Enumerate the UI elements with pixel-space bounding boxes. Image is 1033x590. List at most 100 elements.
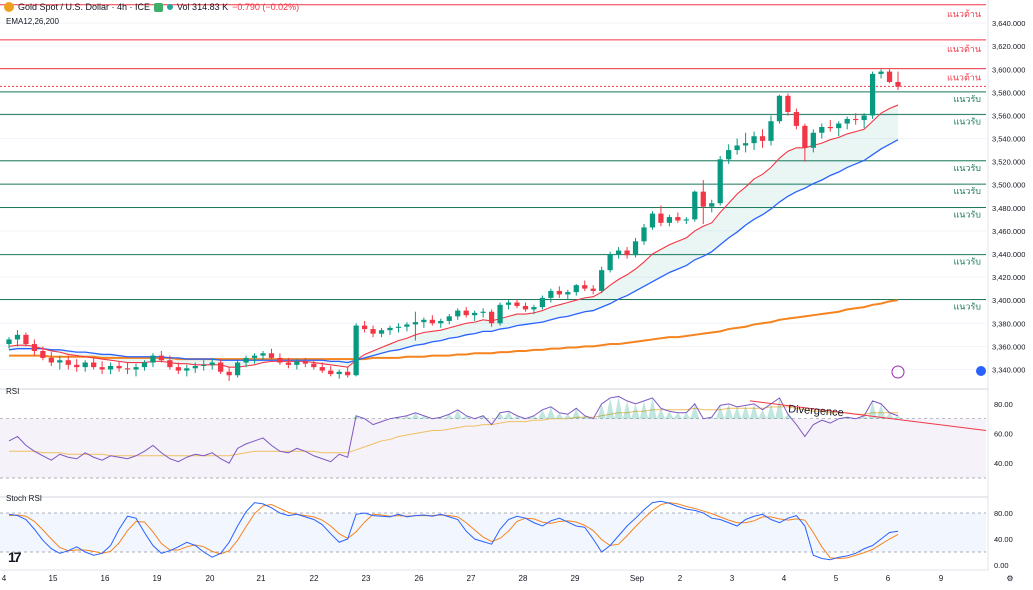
candle-body <box>785 95 791 112</box>
candle-body <box>734 145 740 151</box>
rsi-panel[interactable]: Divergence <box>0 388 988 479</box>
time-tick-label: 19 <box>153 574 162 583</box>
price-tick-label: 3,420.000 <box>992 273 1025 282</box>
panel-tick-label: 80.00 <box>994 400 1013 409</box>
candle-body <box>141 362 148 368</box>
price-tick-label: 3,380.000 <box>992 319 1025 328</box>
candle-body <box>175 367 181 371</box>
candle-body <box>446 316 452 321</box>
time-tick-label: 29 <box>571 574 580 583</box>
candle-body <box>48 357 54 363</box>
stoch-rsi-label[interactable]: Stoch RSI <box>6 494 42 503</box>
time-tick-label: 4 <box>782 574 787 583</box>
candle-body <box>497 304 503 324</box>
level-label: แนวรับ <box>953 187 981 197</box>
candle-body <box>463 310 469 316</box>
gold-symbol-icon <box>4 2 14 12</box>
candle-body <box>133 367 139 370</box>
live-dot-icon <box>167 4 174 10</box>
candle-body <box>573 285 579 293</box>
ema-indicator-label[interactable]: EMA12,26,200 <box>6 17 59 26</box>
rsi-overbought-fill <box>690 403 700 419</box>
candle-body <box>226 371 232 376</box>
rsi-overbought-fill <box>682 412 691 419</box>
candle-body <box>319 367 325 371</box>
candle-body <box>759 136 766 141</box>
level-label: แนวต้าน <box>947 44 981 55</box>
candle-body <box>599 270 605 291</box>
divergence-label: Divergence <box>788 403 844 419</box>
chart-canvas[interactable]: แนวต้าน3,655.849แนวต้าน3,625.464แนวต้าน3… <box>0 0 1033 590</box>
candle-body <box>209 362 215 365</box>
candle-body <box>615 250 622 254</box>
rsi-overbought-fill <box>724 403 733 419</box>
candle-body <box>793 111 800 126</box>
tradingview-logo[interactable]: 17 <box>8 549 22 565</box>
price-tick-label: 3,340.000 <box>992 365 1025 374</box>
ema-cloud-fill <box>9 105 898 368</box>
price-tick-label: 3,600.000 <box>992 65 1025 74</box>
candle-body <box>116 365 122 369</box>
level-label: แนวรับ <box>953 117 981 127</box>
candle-body <box>328 370 334 375</box>
rsi-overbought-fill <box>622 400 632 419</box>
candle-body <box>124 368 131 370</box>
time-tick-label: 9 <box>939 574 944 583</box>
stoch-rsi-panel[interactable] <box>0 496 988 561</box>
rsi-overbought-fill <box>639 400 649 419</box>
time-tick-label: 4 <box>2 574 7 583</box>
time-tick-label: 15 <box>49 574 58 583</box>
candle-body <box>522 305 529 310</box>
candle-body <box>776 95 783 122</box>
candle-body <box>429 319 435 324</box>
panel-tick-label: 60.00 <box>994 430 1013 439</box>
candle-body <box>709 203 715 207</box>
level-label: แนวรับ <box>953 210 981 220</box>
candle-body <box>438 320 444 324</box>
candle-body <box>387 327 393 331</box>
time-tick-label: 26 <box>415 574 424 583</box>
time-tick-label: Sep <box>630 574 645 583</box>
candle-body <box>844 118 850 124</box>
price-tick-label: 3,540.000 <box>992 135 1025 144</box>
settings-gear-icon: ⚙ <box>1006 574 1013 583</box>
candle-body <box>353 325 359 376</box>
price-tick-label: 3,520.000 <box>992 158 1025 167</box>
price-tick-label: 3,640.000 <box>992 19 1025 28</box>
panel-tick-label: 0.00 <box>994 561 1009 570</box>
rsi-label[interactable]: RSI <box>6 387 19 396</box>
symbol-title[interactable]: Gold Spot / U.S. Dollar · 4h · ICE <box>18 2 150 12</box>
level-label: แนวรับ <box>953 303 981 313</box>
candle-body <box>158 355 165 361</box>
candle-body <box>590 288 596 291</box>
candle-body <box>404 324 410 327</box>
candle-body <box>556 290 562 295</box>
panel-tick-label: 40.00 <box>994 459 1013 468</box>
candle-body <box>666 217 673 223</box>
candle-body <box>505 302 512 305</box>
level-label: แนวรับ <box>953 258 981 268</box>
price-tick-label: 3,620.000 <box>992 42 1025 51</box>
candle-body <box>531 307 537 310</box>
candle-body <box>624 250 630 256</box>
time-tick-label: 3 <box>730 574 735 583</box>
candle-body <box>395 326 402 328</box>
currency-flag-icon <box>976 366 986 376</box>
candle-body <box>700 191 706 207</box>
rsi-overbought-fill <box>614 396 623 419</box>
price-tick-label: 3,460.000 <box>992 227 1025 236</box>
candle-body <box>836 123 842 129</box>
time-tick-label: 16 <box>101 574 110 583</box>
candle-body <box>886 71 893 82</box>
price-tick-label: 3,440.000 <box>992 250 1025 259</box>
candle-body <box>201 364 207 366</box>
time-tick-label: 21 <box>257 574 266 583</box>
candle-body <box>99 367 105 370</box>
ema-cloud <box>9 105 898 368</box>
candle-body <box>82 362 88 368</box>
panel-tick-label: 80.00 <box>994 509 1013 518</box>
change-readout: −0.790 (−0.02%) <box>232 2 300 12</box>
candle-body <box>692 191 698 220</box>
rsi-overbought-fill <box>495 412 505 419</box>
candle-body <box>378 330 385 334</box>
